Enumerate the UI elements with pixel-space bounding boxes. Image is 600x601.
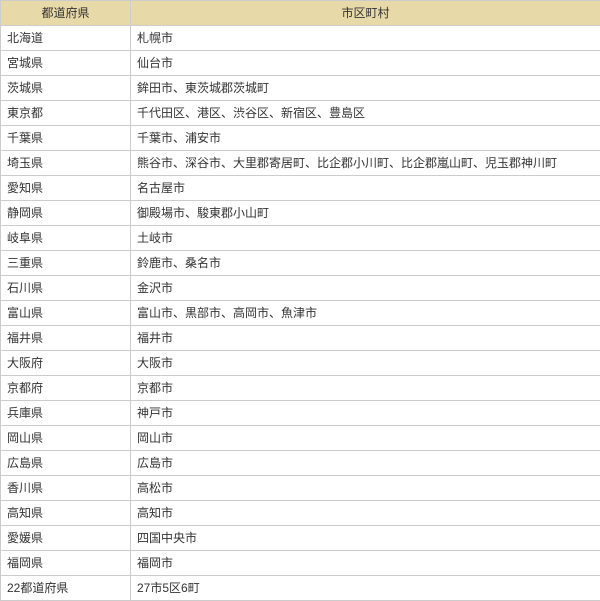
table-row: 福岡県福岡市 — [1, 551, 600, 576]
cell-prefecture: 香川県 — [1, 476, 131, 501]
table-row: 富山県富山市、黒部市、高岡市、魚津市 — [1, 301, 600, 326]
table-row: 高知県高知市 — [1, 501, 600, 526]
cell-prefecture: 三重県 — [1, 251, 131, 276]
cell-city: 福井市 — [131, 326, 600, 351]
cell-prefecture: 福井県 — [1, 326, 131, 351]
cell-city: 熊谷市、深谷市、大里郡寄居町、比企郡小川町、比企郡嵐山町、児玉郡神川町 — [131, 151, 600, 176]
cell-city: 広島市 — [131, 451, 600, 476]
table-row: 香川県高松市 — [1, 476, 600, 501]
header-prefecture: 都道府県 — [1, 1, 131, 26]
cell-prefecture: 愛知県 — [1, 176, 131, 201]
cell-prefecture: 富山県 — [1, 301, 131, 326]
cell-city: 岡山市 — [131, 426, 600, 451]
cell-city: 27市5区6町 — [131, 576, 600, 601]
cell-city: 御殿場市、駿東郡小山町 — [131, 201, 600, 226]
cell-city: 千代田区、港区、渋谷区、新宿区、豊島区 — [131, 101, 600, 126]
table-row: 千葉県千葉市、浦安市 — [1, 126, 600, 151]
cell-prefecture: 茨城県 — [1, 76, 131, 101]
prefecture-city-table: 都道府県 市区町村 北海道札幌市宮城県仙台市茨城県鉾田市、東茨城郡茨城町東京都千… — [0, 0, 600, 601]
cell-prefecture: 石川県 — [1, 276, 131, 301]
cell-prefecture: 愛媛県 — [1, 526, 131, 551]
cell-city: 神戸市 — [131, 401, 600, 426]
cell-city: 名古屋市 — [131, 176, 600, 201]
table-row: 愛知県名古屋市 — [1, 176, 600, 201]
cell-prefecture: 岡山県 — [1, 426, 131, 451]
cell-city: 札幌市 — [131, 26, 600, 51]
table-row: 茨城県鉾田市、東茨城郡茨城町 — [1, 76, 600, 101]
cell-city: 仙台市 — [131, 51, 600, 76]
table-row: 石川県金沢市 — [1, 276, 600, 301]
table-row: 北海道札幌市 — [1, 26, 600, 51]
table-row: 22都道府県27市5区6町 — [1, 576, 600, 601]
table-row: 三重県鈴鹿市、桑名市 — [1, 251, 600, 276]
cell-city: 高松市 — [131, 476, 600, 501]
cell-prefecture: 岐阜県 — [1, 226, 131, 251]
table-row: 兵庫県神戸市 — [1, 401, 600, 426]
cell-prefecture: 埼玉県 — [1, 151, 131, 176]
cell-prefecture: 兵庫県 — [1, 401, 131, 426]
cell-city: 土岐市 — [131, 226, 600, 251]
cell-prefecture: 静岡県 — [1, 201, 131, 226]
cell-prefecture: 東京都 — [1, 101, 131, 126]
cell-city: 鈴鹿市、桑名市 — [131, 251, 600, 276]
cell-city: 京都市 — [131, 376, 600, 401]
header-city: 市区町村 — [131, 1, 600, 26]
table-row: 埼玉県熊谷市、深谷市、大里郡寄居町、比企郡小川町、比企郡嵐山町、児玉郡神川町 — [1, 151, 600, 176]
cell-city: 四国中央市 — [131, 526, 600, 551]
cell-city: 千葉市、浦安市 — [131, 126, 600, 151]
cell-city: 鉾田市、東茨城郡茨城町 — [131, 76, 600, 101]
table-row: 宮城県仙台市 — [1, 51, 600, 76]
cell-prefecture: 宮城県 — [1, 51, 131, 76]
cell-prefecture: 大阪府 — [1, 351, 131, 376]
cell-prefecture: 福岡県 — [1, 551, 131, 576]
table-row: 岡山県岡山市 — [1, 426, 600, 451]
table-header-row: 都道府県 市区町村 — [1, 1, 600, 26]
table-row: 愛媛県四国中央市 — [1, 526, 600, 551]
cell-prefecture: 京都府 — [1, 376, 131, 401]
cell-city: 富山市、黒部市、高岡市、魚津市 — [131, 301, 600, 326]
table-row: 静岡県御殿場市、駿東郡小山町 — [1, 201, 600, 226]
cell-prefecture: 広島県 — [1, 451, 131, 476]
cell-prefecture: 北海道 — [1, 26, 131, 51]
cell-city: 金沢市 — [131, 276, 600, 301]
cell-city: 福岡市 — [131, 551, 600, 576]
table-row: 東京都千代田区、港区、渋谷区、新宿区、豊島区 — [1, 101, 600, 126]
table-row: 広島県広島市 — [1, 451, 600, 476]
table-row: 京都府京都市 — [1, 376, 600, 401]
table-row: 大阪府大阪市 — [1, 351, 600, 376]
table-row: 岐阜県土岐市 — [1, 226, 600, 251]
cell-city: 高知市 — [131, 501, 600, 526]
cell-prefecture: 千葉県 — [1, 126, 131, 151]
table-row: 福井県福井市 — [1, 326, 600, 351]
cell-city: 大阪市 — [131, 351, 600, 376]
cell-prefecture: 22都道府県 — [1, 576, 131, 601]
cell-prefecture: 高知県 — [1, 501, 131, 526]
